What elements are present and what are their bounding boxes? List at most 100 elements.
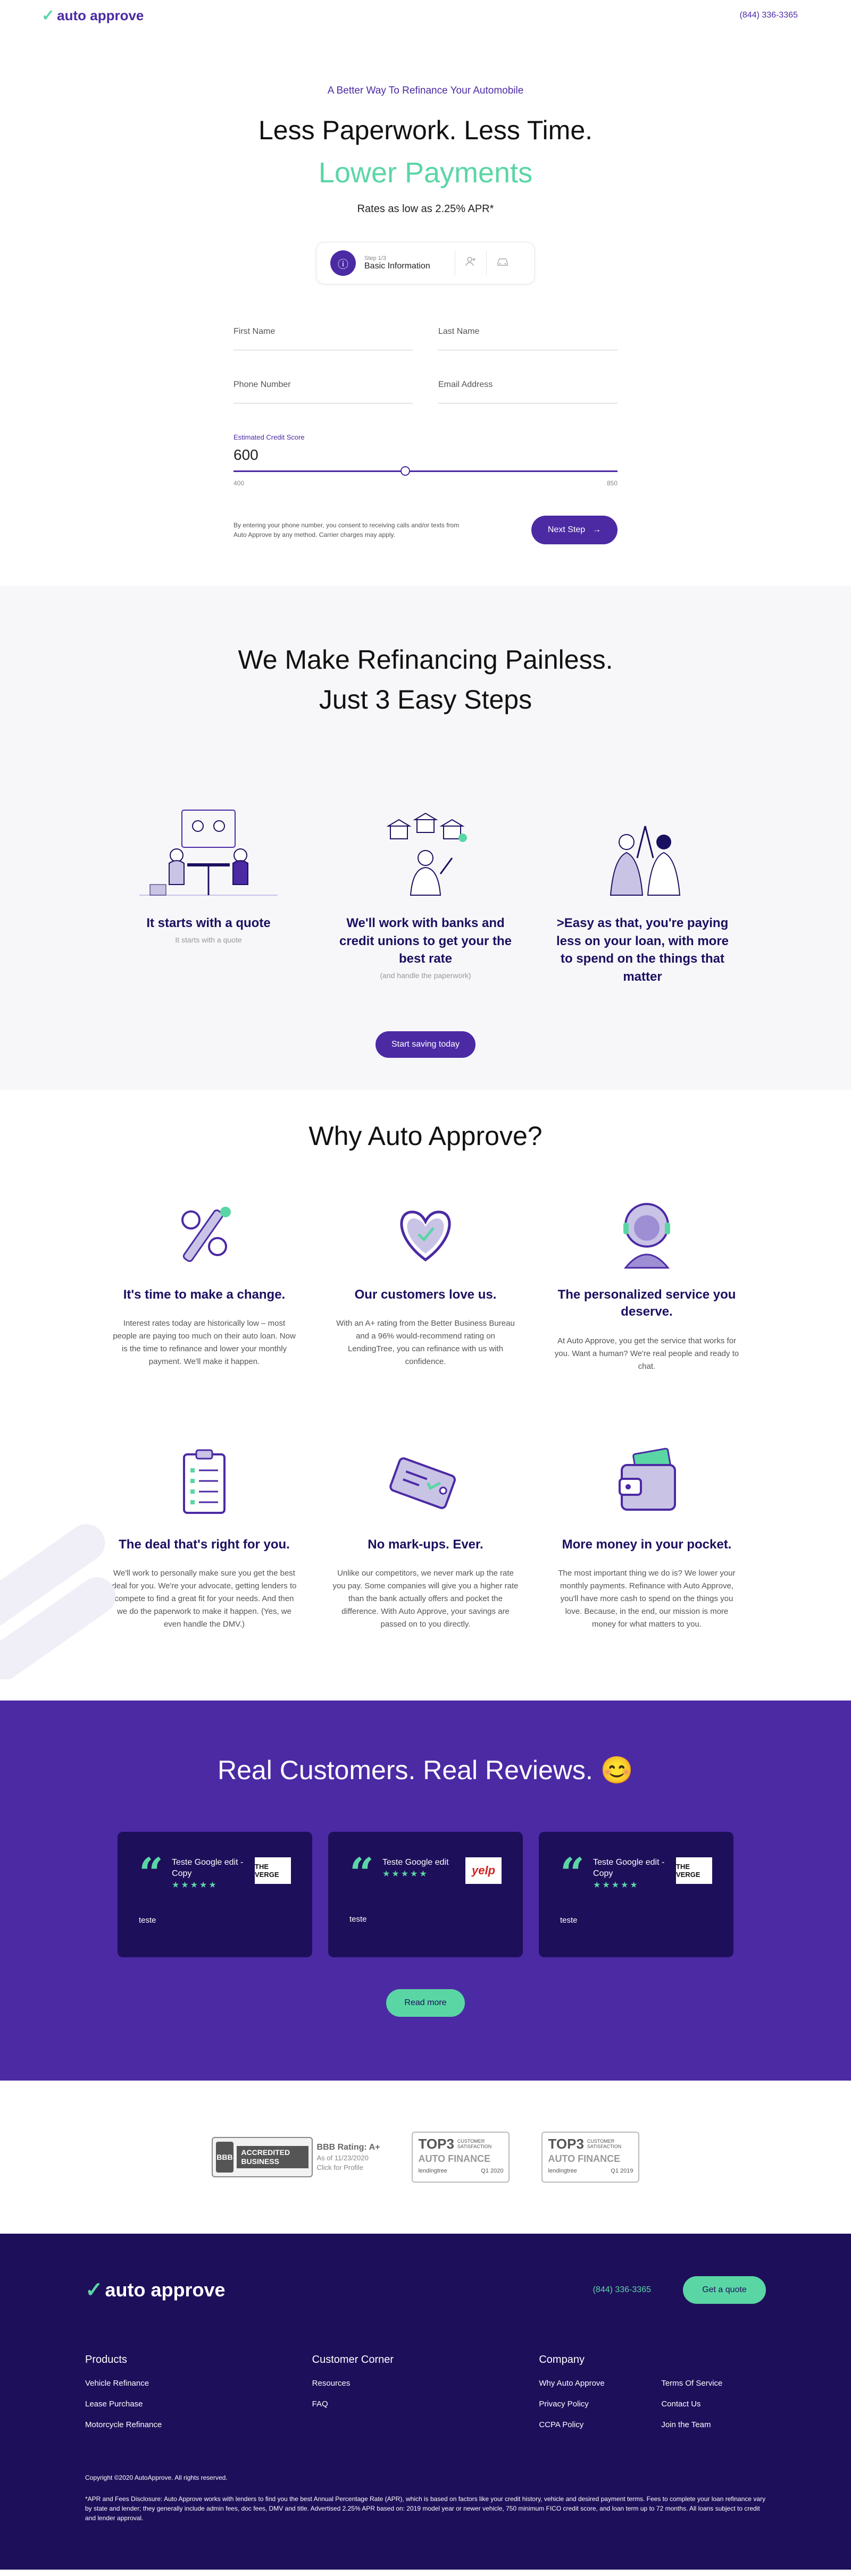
why-item-markups: No mark-ups. Ever. Unlike our competitor… <box>324 1444 527 1694</box>
bbb-accredited-label: ACCREDITED BUSINESS <box>237 2146 308 2168</box>
start-saving-button[interactable]: Start saving today <box>375 1031 476 1058</box>
hero-title: Less Paperwork. Less Time. <box>258 115 593 145</box>
bbb-date: As of 11/23/2020 <box>316 2154 369 2162</box>
review-source-logo: THE VERGE <box>255 1857 291 1884</box>
why-item-change-title: It's time to make a change. <box>123 1287 286 1302</box>
review-author: Teste Google edit - Copy <box>172 1858 244 1878</box>
car-icon[interactable] <box>496 256 509 271</box>
footer-corner-title: Customer Corner <box>312 2354 394 2365</box>
badges-section: BBB ACCREDITED BUSINESS BBB Rating: A+ A… <box>0 2081 851 2234</box>
email-input[interactable] <box>438 380 618 390</box>
lendingtree-top3-badge-2020: TOP3 CUSTOMER SATISFACTION AUTO FINANCE … <box>412 2132 510 2183</box>
bbb-seal-icon: BBB <box>215 2142 234 2173</box>
footer-link-join[interactable]: Join the Team <box>661 2420 752 2429</box>
bbb-badge[interactable]: BBB ACCREDITED BUSINESS BBB Rating: A+ A… <box>211 2137 380 2177</box>
lendingtree-logo: lendingtree <box>548 2168 577 2174</box>
reviews-section: Real Customers. Real Reviews. 😊 “ Teste … <box>0 1701 851 2081</box>
footer-link-why[interactable]: Why Auto Approve <box>539 2379 629 2388</box>
easy-step-2-title: We'll work with banks and credit unions … <box>339 916 512 966</box>
next-step-button[interactable]: Next Step → <box>531 516 618 544</box>
easy-step-1-sub: It starts with a quote <box>175 935 242 944</box>
header-phone-link[interactable]: (844) 336-3365 <box>740 11 798 20</box>
bbb-profile-link[interactable]: Click for Profile <box>317 2163 380 2173</box>
hero-subtitle: Lower Payments <box>318 157 533 189</box>
site-header: ✓ auto approve (844) 336-3365 <box>0 0 851 31</box>
footer-link-vehicle-refinance[interactable]: Vehicle Refinance <box>85 2379 312 2388</box>
footer-phone-link[interactable]: (844) 336-3365 <box>593 2285 651 2295</box>
footer-link-privacy[interactable]: Privacy Policy <box>539 2400 629 2409</box>
why-item-service-title: The personalized service you deserve. <box>557 1287 736 1319</box>
review-source-logo: THE VERGE <box>676 1857 712 1884</box>
why-item-markups-title: No mark-ups. Ever. <box>368 1537 483 1552</box>
quote-icon: “ <box>560 1848 585 1898</box>
why-item-love-title: Our customers love us. <box>354 1287 497 1302</box>
why-item-love: Our customers love us. With an A+ rating… <box>324 1194 527 1444</box>
review-card: “ Teste Google edit ★★★★★ yelp teste <box>328 1832 523 1957</box>
hero-kicker: A Better Way To Refinance Your Automobil… <box>327 85 524 96</box>
first-name-field <box>233 327 413 350</box>
footer-link-contact[interactable]: Contact Us <box>661 2400 752 2409</box>
step-basic-info[interactable]: ⓘ Step 1/3 Basic Information <box>330 250 430 276</box>
price-tag-icon <box>324 1444 527 1522</box>
first-name-input[interactable] <box>233 327 413 336</box>
footer-link-terms[interactable]: Terms Of Service <box>661 2379 752 2388</box>
site-footer: ✓ auto approve (844) 336-3365 Get a quot… <box>0 2234 851 2570</box>
review-text: teste <box>560 1915 578 1925</box>
user-add-icon[interactable] <box>465 256 477 271</box>
slider-handle[interactable] <box>401 466 410 476</box>
phone-field <box>233 380 413 403</box>
easy-step-1: It starts with a quote It starts with a … <box>121 805 296 989</box>
logo-text: auto approve <box>57 7 144 23</box>
why-item-money-text: The most important thing we do is? We lo… <box>558 1569 736 1629</box>
easy-steps-section: We Make Refinancing Painless. Just 3 Eas… <box>0 586 851 1090</box>
read-more-button[interactable]: Read more <box>386 1989 465 2017</box>
slider-track[interactable] <box>233 470 618 472</box>
footer-products-title: Products <box>85 2354 127 2365</box>
footer-link-motorcycle-refinance[interactable]: Motorcycle Refinance <box>85 2420 312 2429</box>
easy-step-2: We'll work with banks and credit unions … <box>338 805 513 989</box>
top3-category: AUTO FINANCE <box>548 2153 621 2164</box>
why-item-service: The personalized service you deserve. At… <box>546 1194 748 1444</box>
smile-emoji-icon: 😊 <box>600 1755 633 1785</box>
last-name-input[interactable] <box>438 327 618 336</box>
high-five-illustration <box>555 805 730 900</box>
step-counter: Step 1/3 <box>364 255 386 262</box>
logo[interactable]: ✓ auto approve <box>41 6 144 25</box>
footer-customer-corner: Customer Corner Resources FAQ <box>312 2354 539 2441</box>
top3-category: AUTO FINANCE <box>418 2153 491 2164</box>
footer-logo[interactable]: ✓ auto approve <box>85 2278 226 2302</box>
wallet-icon <box>546 1444 748 1522</box>
footer-link-resources[interactable]: Resources <box>312 2379 539 2388</box>
checkmark-logo-icon: ✓ <box>41 6 55 24</box>
slider-max-label: 850 <box>606 479 618 487</box>
info-icon: ⓘ <box>330 250 356 276</box>
credit-score-value: 600 <box>233 447 258 463</box>
review-card: “ Teste Google edit - Copy ★★★★★ THE VER… <box>118 1832 312 1957</box>
footer-link-lease-purchase[interactable]: Lease Purchase <box>85 2400 312 2409</box>
easy-title-line2: Just 3 Easy Steps <box>319 685 532 714</box>
easy-step-3: >Easy as that, you're paying less on you… <box>555 805 730 989</box>
hero-rates: Rates as low as 2.25% APR* <box>357 203 494 215</box>
get-quote-button[interactable]: Get a quote <box>683 2276 766 2304</box>
divider <box>486 251 487 275</box>
credit-score-slider[interactable] <box>233 466 618 476</box>
review-source-logo: yelp <box>465 1857 502 1884</box>
last-name-field <box>438 327 618 350</box>
footer-link-faq[interactable]: FAQ <box>312 2400 539 2409</box>
top3-period: Q1 2020 <box>481 2168 504 2174</box>
arrow-right-icon: → <box>593 525 602 534</box>
slider-min-label: 400 <box>233 479 245 487</box>
footer-link-ccpa[interactable]: CCPA Policy <box>539 2420 629 2429</box>
quote-icon: “ <box>349 1848 374 1898</box>
why-section: Why Auto Approve? It's time to make a ch… <box>0 1090 851 1701</box>
copyright: Copyright ©2020 AutoApprove. All rights … <box>85 2474 228 2481</box>
why-item-money: More money in your pocket. The most impo… <box>546 1444 748 1694</box>
credit-score-label: Estimated Credit Score <box>233 433 305 441</box>
phone-input[interactable] <box>233 380 413 390</box>
why-item-money-title: More money in your pocket. <box>562 1537 732 1552</box>
top3-sub: CUSTOMER SATISFACTION <box>457 2138 492 2149</box>
form-stepper: ⓘ Step 1/3 Basic Information <box>316 242 535 284</box>
review-author: Teste Google edit - Copy <box>593 1858 665 1878</box>
lendingtree-top3-badge-2019: TOP3 CUSTOMER SATISFACTION AUTO FINANCE … <box>541 2132 640 2183</box>
footer-company: Company Why Auto Approve Privacy Policy … <box>539 2354 766 2441</box>
